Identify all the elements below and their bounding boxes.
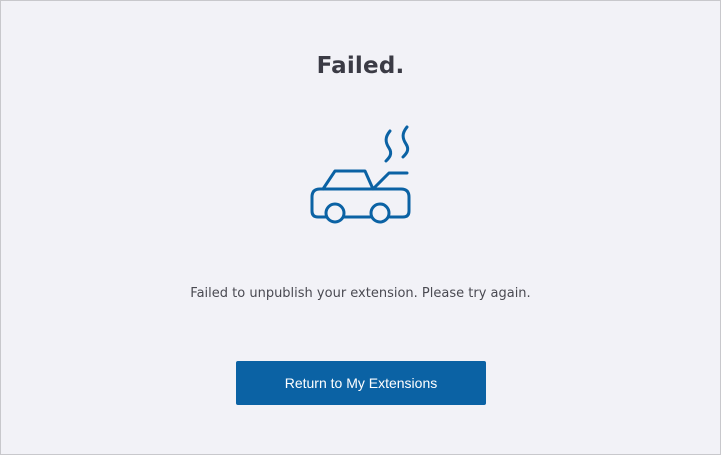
- page-title: Failed.: [316, 53, 405, 79]
- error-message: Failed to unpublish your extension. Plea…: [190, 286, 531, 301]
- return-to-my-extensions-button[interactable]: Return to My Extensions: [236, 361, 486, 405]
- failure-panel: Failed. Failed to unpublish your extensi…: [0, 0, 721, 455]
- broken-down-car-icon: [310, 125, 411, 224]
